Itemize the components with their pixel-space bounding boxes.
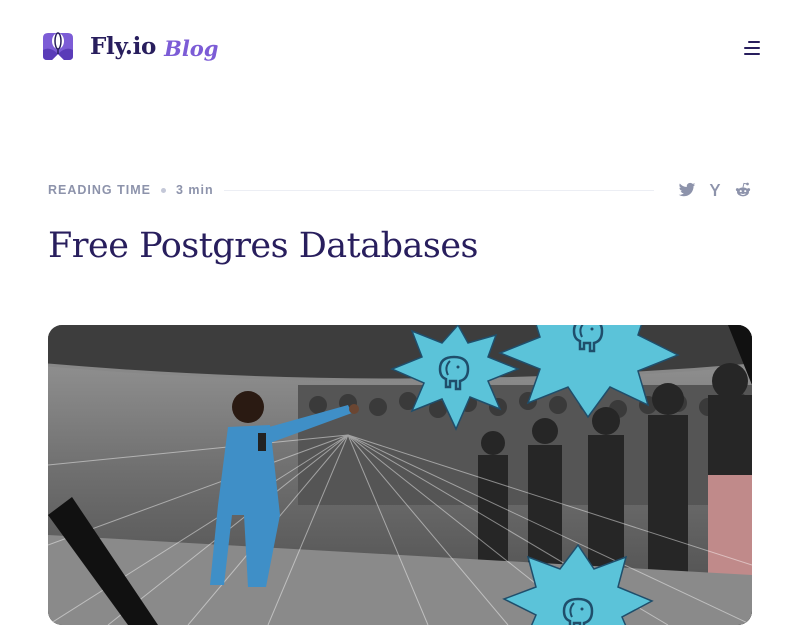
section-name: Blog (164, 35, 219, 61)
separator-dot (160, 187, 166, 193)
share-twitter-button[interactable] (678, 181, 696, 199)
twitter-icon (678, 182, 696, 197)
article-meta: Reading time 3 min (48, 180, 752, 200)
share-links (668, 181, 752, 199)
reading-time-label: Reading time (48, 183, 151, 197)
site-header: Fly.io Blog (0, 0, 800, 96)
brand-name: Fly.io (90, 32, 157, 60)
reading-time-value: 3 min (175, 183, 214, 197)
hamburger-menu-icon[interactable] (738, 38, 762, 58)
home-link[interactable]: Fly.io Blog (40, 30, 219, 62)
share-reddit-button[interactable] (734, 181, 752, 199)
share-hacker-news-button[interactable] (706, 181, 724, 199)
hero-image (48, 325, 752, 625)
balloon-logo-icon (43, 32, 73, 60)
reddit-icon (735, 182, 751, 197)
divider (223, 189, 654, 191)
hacker-news-icon (709, 184, 721, 196)
article-title: Free Postgres Databases (48, 226, 479, 266)
